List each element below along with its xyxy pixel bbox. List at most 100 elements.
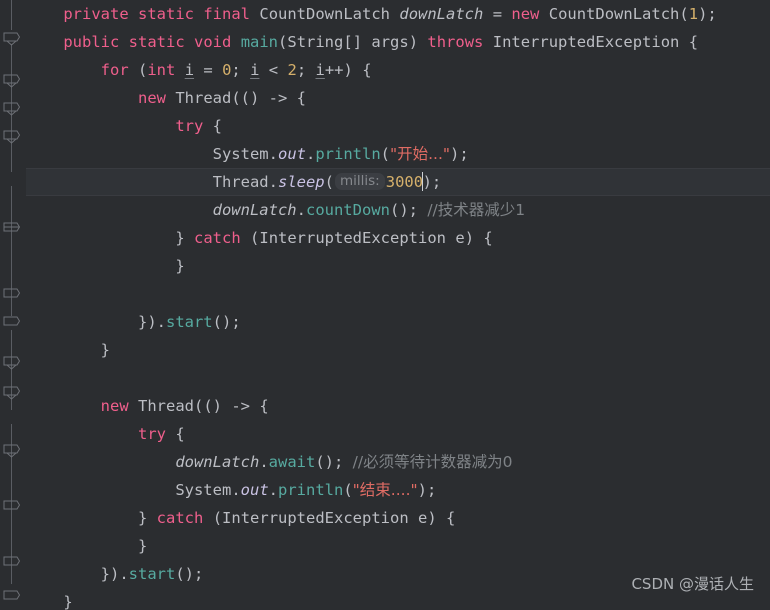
code-line[interactable]: }).start(); [0, 308, 770, 336]
fold-marker-icon[interactable] [3, 130, 20, 144]
token-keyword: public [63, 33, 120, 51]
code-line[interactable]: } catch (InterruptedException e) { [0, 504, 770, 532]
code-line[interactable]: downLatch.await(); //必须等待计数器减为0 [0, 448, 770, 476]
token-punct: ( [278, 33, 288, 51]
token-punct: } [175, 257, 185, 275]
code-line[interactable]: } [0, 252, 770, 280]
code-line[interactable]: try { [0, 112, 770, 140]
token-comment: //技术器减少1 [427, 201, 526, 219]
code-line[interactable]: new Thread(() -> { [0, 84, 770, 112]
token-static-field: out [277, 145, 306, 163]
fold-marker-icon[interactable] [3, 32, 20, 46]
fold-marker-icon[interactable] [3, 222, 20, 236]
code-line[interactable]: public static void main(String[] args) t… [0, 28, 770, 56]
token-punct: (() -> { [194, 397, 269, 415]
token-punct: } [100, 341, 110, 359]
fold-marker-icon[interactable] [3, 500, 20, 514]
token-string: "开始..." [390, 145, 451, 163]
code-line[interactable]: new Thread(() -> { [0, 392, 770, 420]
fold-marker-icon[interactable] [3, 556, 20, 570]
token-param: e [418, 509, 428, 527]
token-punct: (() -> { [231, 89, 306, 107]
token-field: downLatch [399, 5, 484, 23]
token-type: InterruptedException [259, 229, 446, 247]
token-number: 1 [688, 5, 699, 23]
token-punct: ; [231, 61, 241, 79]
token-type: String [287, 33, 344, 51]
csdn-watermark: CSDN @漫话人生 [631, 575, 754, 593]
token-punct: }). [100, 565, 129, 583]
token-keyword: int [147, 61, 176, 79]
token-type: Thread [212, 173, 269, 191]
token-punct: { [483, 229, 493, 247]
fold-marker-icon[interactable] [3, 74, 20, 88]
code-line[interactable]: } [0, 532, 770, 560]
token-keyword: catch [194, 229, 241, 247]
token-punct: = [492, 5, 503, 23]
fold-marker-icon[interactable] [3, 316, 20, 330]
token-punct: ( [250, 229, 260, 247]
token-punct: ) [464, 229, 475, 247]
code-folding-gutter[interactable] [0, 0, 26, 610]
fold-marker-icon[interactable] [3, 356, 20, 370]
token-punct: . [231, 481, 241, 499]
token-punct: . [305, 145, 316, 163]
token-punct: ); [422, 173, 442, 191]
token-punct: { [446, 509, 456, 527]
token-string: "结束...." [352, 481, 418, 499]
token-keyword: catch [156, 509, 204, 527]
token-punct: ( [138, 61, 148, 79]
token-punct: ( [343, 481, 353, 499]
token-keyword: new [137, 89, 166, 107]
token-type: Thread [138, 397, 194, 415]
fold-marker-icon[interactable] [3, 386, 20, 400]
fold-marker-icon[interactable] [3, 444, 20, 458]
token-type: Thread [175, 89, 232, 107]
token-punct: { [175, 425, 185, 443]
token-field: downLatch [175, 453, 260, 471]
token-punct: (); [175, 565, 204, 583]
code-line[interactable]: downLatch.countDown(); //技术器减少1 [0, 196, 770, 224]
token-method-call: countDown [305, 201, 390, 219]
fold-marker-icon[interactable] [3, 102, 20, 116]
token-punct: [] [343, 33, 363, 51]
parameter-hint-millis[interactable]: millis: [335, 173, 385, 190]
code-editor-screenshot: private static final CountDownLatch down… [0, 0, 770, 610]
token-punct: (); [389, 201, 418, 219]
code-line[interactable]: private static final CountDownLatch down… [0, 0, 770, 28]
fold-marker-icon[interactable] [3, 590, 20, 604]
token-punct: }). [137, 313, 166, 331]
token-punct: } [175, 229, 185, 247]
code-line[interactable]: } [0, 336, 770, 364]
code-line[interactable]: try { [0, 420, 770, 448]
token-type: CountDownLatch [548, 5, 680, 23]
token-keyword: final [203, 5, 251, 23]
code-line[interactable]: for (int i = 0; i < 2; i++) { [0, 56, 770, 84]
code-line-blank[interactable] [0, 364, 770, 392]
token-punct: ); [450, 145, 469, 163]
token-keyword: try [137, 425, 166, 443]
code-line-blank[interactable] [0, 280, 770, 308]
token-punct: ( [324, 173, 334, 191]
code-line[interactable]: System.out.println("开始..."); [0, 140, 770, 168]
token-punct: { [362, 61, 372, 79]
code-line[interactable]: } catch (InterruptedException e) { [0, 224, 770, 252]
token-method-call: sleep [277, 173, 325, 191]
token-keyword: for [100, 61, 129, 79]
token-method-call: start [128, 565, 176, 583]
token-local-var: i [250, 61, 260, 79]
fold-marker-icon[interactable] [3, 288, 20, 302]
code-line[interactable]: System.out.println("结束...."); [0, 476, 770, 504]
token-punct: { [212, 117, 222, 135]
code-line-current[interactable]: Thread.sleep(millis: 3000); [0, 168, 770, 196]
token-method-call: start [165, 313, 213, 331]
code-area[interactable]: private static final CountDownLatch down… [0, 0, 770, 610]
